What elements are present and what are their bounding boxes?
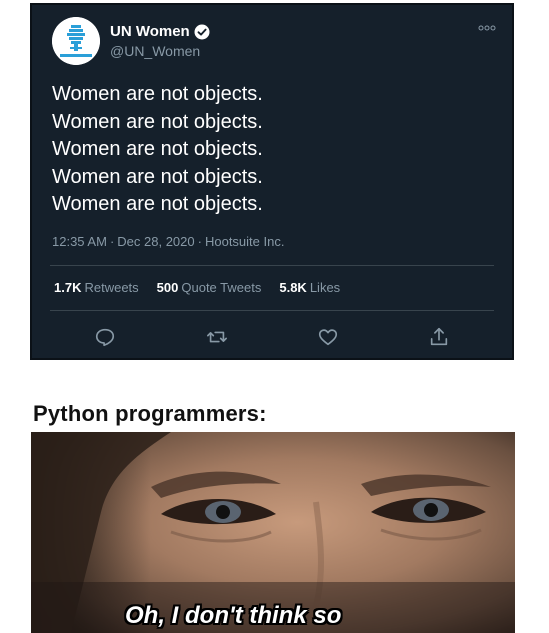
retweets-count: 1.7K [54,280,82,295]
tweet-time[interactable]: 12:35 AM [52,234,107,249]
tweet-card: UN Women @UN_Women Women are not objects… [30,3,514,360]
tweet-meta: 12:35 AM · Dec 28, 2020 · Hootsuite Inc. [52,234,284,249]
divider [50,265,494,266]
avatar[interactable] [52,17,100,65]
tweet-source[interactable]: Hootsuite Inc. [205,234,285,249]
retweets-stat[interactable]: 1.7K Retweets [54,280,139,295]
display-name[interactable]: UN Women [110,23,190,40]
tweet-line: Women are not objects. [52,165,263,188]
meme-image: Oh, I don't think so [31,432,515,633]
handle[interactable]: @UN_Women [110,43,200,59]
quote-label: Quote Tweets [181,280,262,295]
share-button[interactable] [428,326,450,348]
retweets-label: Retweets [84,280,139,295]
like-icon [318,329,338,346]
likes-label: Likes [309,280,341,295]
verified-badge-icon [194,24,210,39]
more-icon[interactable] [478,25,496,31]
retweet-button[interactable] [206,326,228,348]
tweet-line: Women are not objects. [52,193,263,215]
share-icon [430,327,448,346]
tweet-line: Women are not objects. [52,110,263,133]
quote-count: 500 [156,280,179,295]
retweet-icon [207,331,227,343]
divider [50,310,494,311]
tweet-actions [32,326,512,350]
un-women-logo [52,17,100,65]
tweet-stats: 1.7K Retweets 500 Quote Tweets 5.8K Likes [54,280,358,295]
reply-icon [95,328,115,347]
meta-separator: · [109,234,115,249]
like-button[interactable] [317,326,339,348]
meta-separator: · [197,234,202,249]
tweet-line: Women are not objects. [52,83,263,105]
quote-tweets-stat[interactable]: 500 Quote Tweets [157,280,262,295]
meme-caption: Python programmers: [33,401,267,426]
tweet-line: Women are not objects. [52,138,263,160]
name-row: UN Women [110,23,210,40]
tweet-text: Women are not objects. Women are not obj… [52,81,263,219]
likes-stat[interactable]: 5.8K Likes [279,280,340,295]
reply-button[interactable] [94,326,116,348]
meme-subtitle: Oh, I don't think so [125,602,342,629]
tweet-date[interactable]: Dec 28, 2020 [117,234,194,249]
likes-count: 5.8K [279,280,307,295]
